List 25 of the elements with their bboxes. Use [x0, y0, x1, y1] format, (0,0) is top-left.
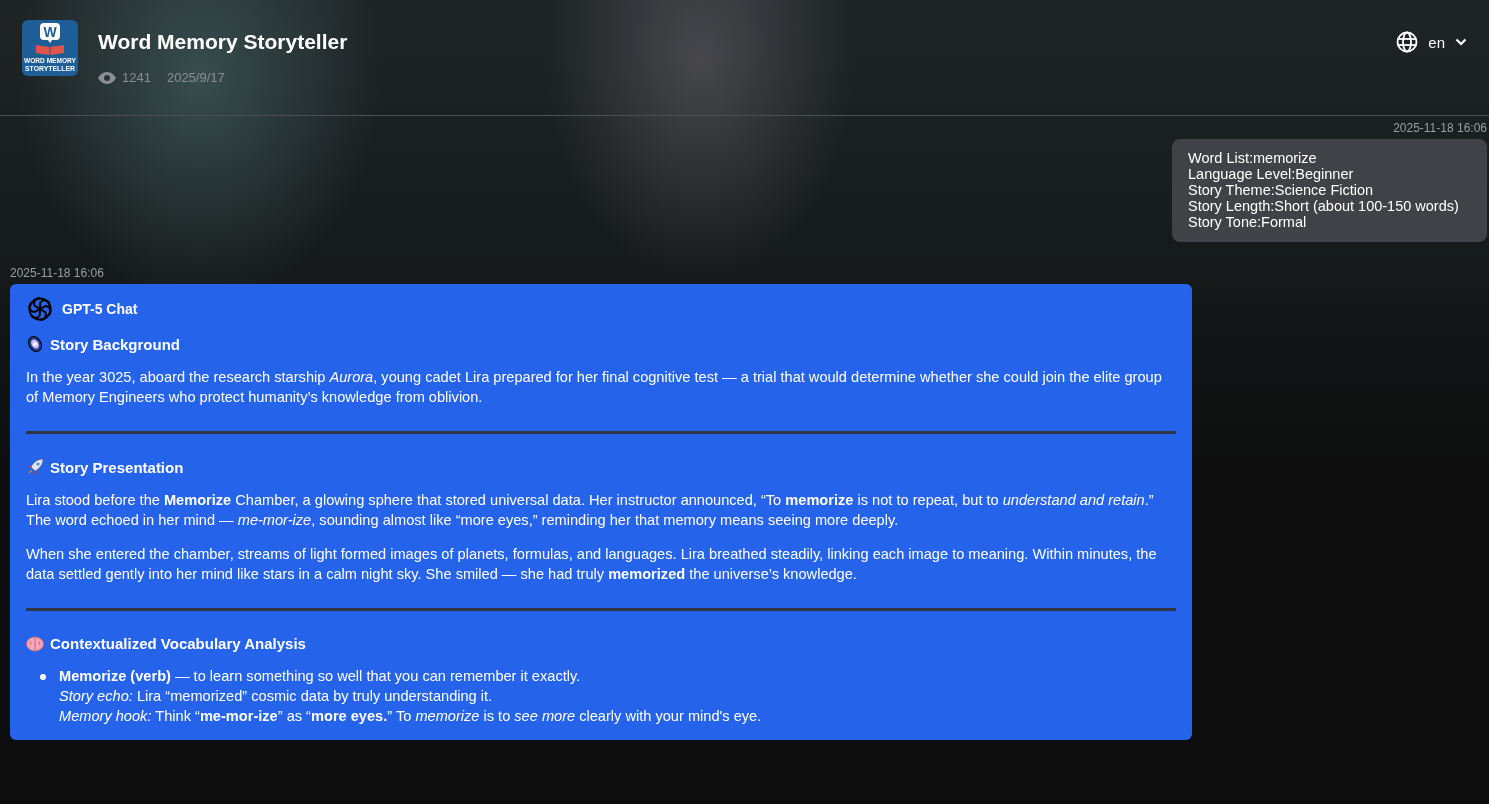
model-name: GPT-5 Chat — [62, 301, 138, 317]
rocket-icon — [26, 458, 44, 476]
vocabulary-note: Story echo: Lira “memorized” cosmic data by truly understanding it. — [59, 687, 494, 706]
language-selector[interactable]: en — [1396, 29, 1467, 55]
app-title: Word Memory Storyteller — [98, 30, 348, 54]
story-paragraph: When she entered the chamber, streams of light formed images of planets, formulas, and languages. Lira breathed steadily, linking each image to meaning. Within minutes, the data settled gently into her mind like stars in a calm night sky. She smiled — she had truly memorized the universe’s knowledge. — [26, 545, 1158, 584]
story-paragraph: Lira stood before the Memorize Chamber, a glowing sphere that stored universal data. Her instructor announced, “To memorize is not to repeat, but to understand and retain.” The word echoed in her mind — me-mor-ize, sounding almost like “more eyes,” reminding her that memory means seeing more deeply. — [26, 491, 1155, 530]
publish-date: 2025/9/17 — [166, 70, 225, 85]
view-count: 1241 — [122, 70, 151, 85]
story-paragraph: In the year 3025, aboard the research starship Aurora, young cadet Lira prepared for her final cognitive test — a trial that would determine whether she could join the elite group of Memory Engineers who protect humanity’s knowledge from oblivion. — [26, 368, 1163, 407]
section-heading: Contextualized Vocabulary Analysis — [50, 635, 306, 652]
galaxy-icon — [26, 335, 44, 353]
eye-icon — [98, 71, 116, 84]
vocabulary-note: Memorize (verb) — to learn something so well that you can remember it exactly. — [59, 667, 582, 686]
model-logo-icon — [26, 295, 54, 323]
section-heading: Story Presentation — [50, 458, 184, 476]
message-time: 2025-11-18 16:06 — [1393, 121, 1487, 135]
message-time: 2025-11-18 16:06 — [10, 266, 105, 280]
brain-icon — [26, 635, 44, 652]
chevron-down-icon — [1455, 38, 1467, 46]
globe-icon — [1396, 31, 1419, 53]
section-heading: Story Background — [50, 335, 181, 353]
vocabulary-note: Memory hook: Think “me-mor-ize” as “more eyes.” To memorize is to see more clearly with your mind's eye. — [59, 707, 762, 726]
bullet-icon — [40, 674, 46, 680]
user-message: Word List:memorize Language Level:Beginner Story Theme:Science Fiction Story Length:Short (about 100-150 words) Story Tone:Formal — [1172, 139, 1487, 242]
